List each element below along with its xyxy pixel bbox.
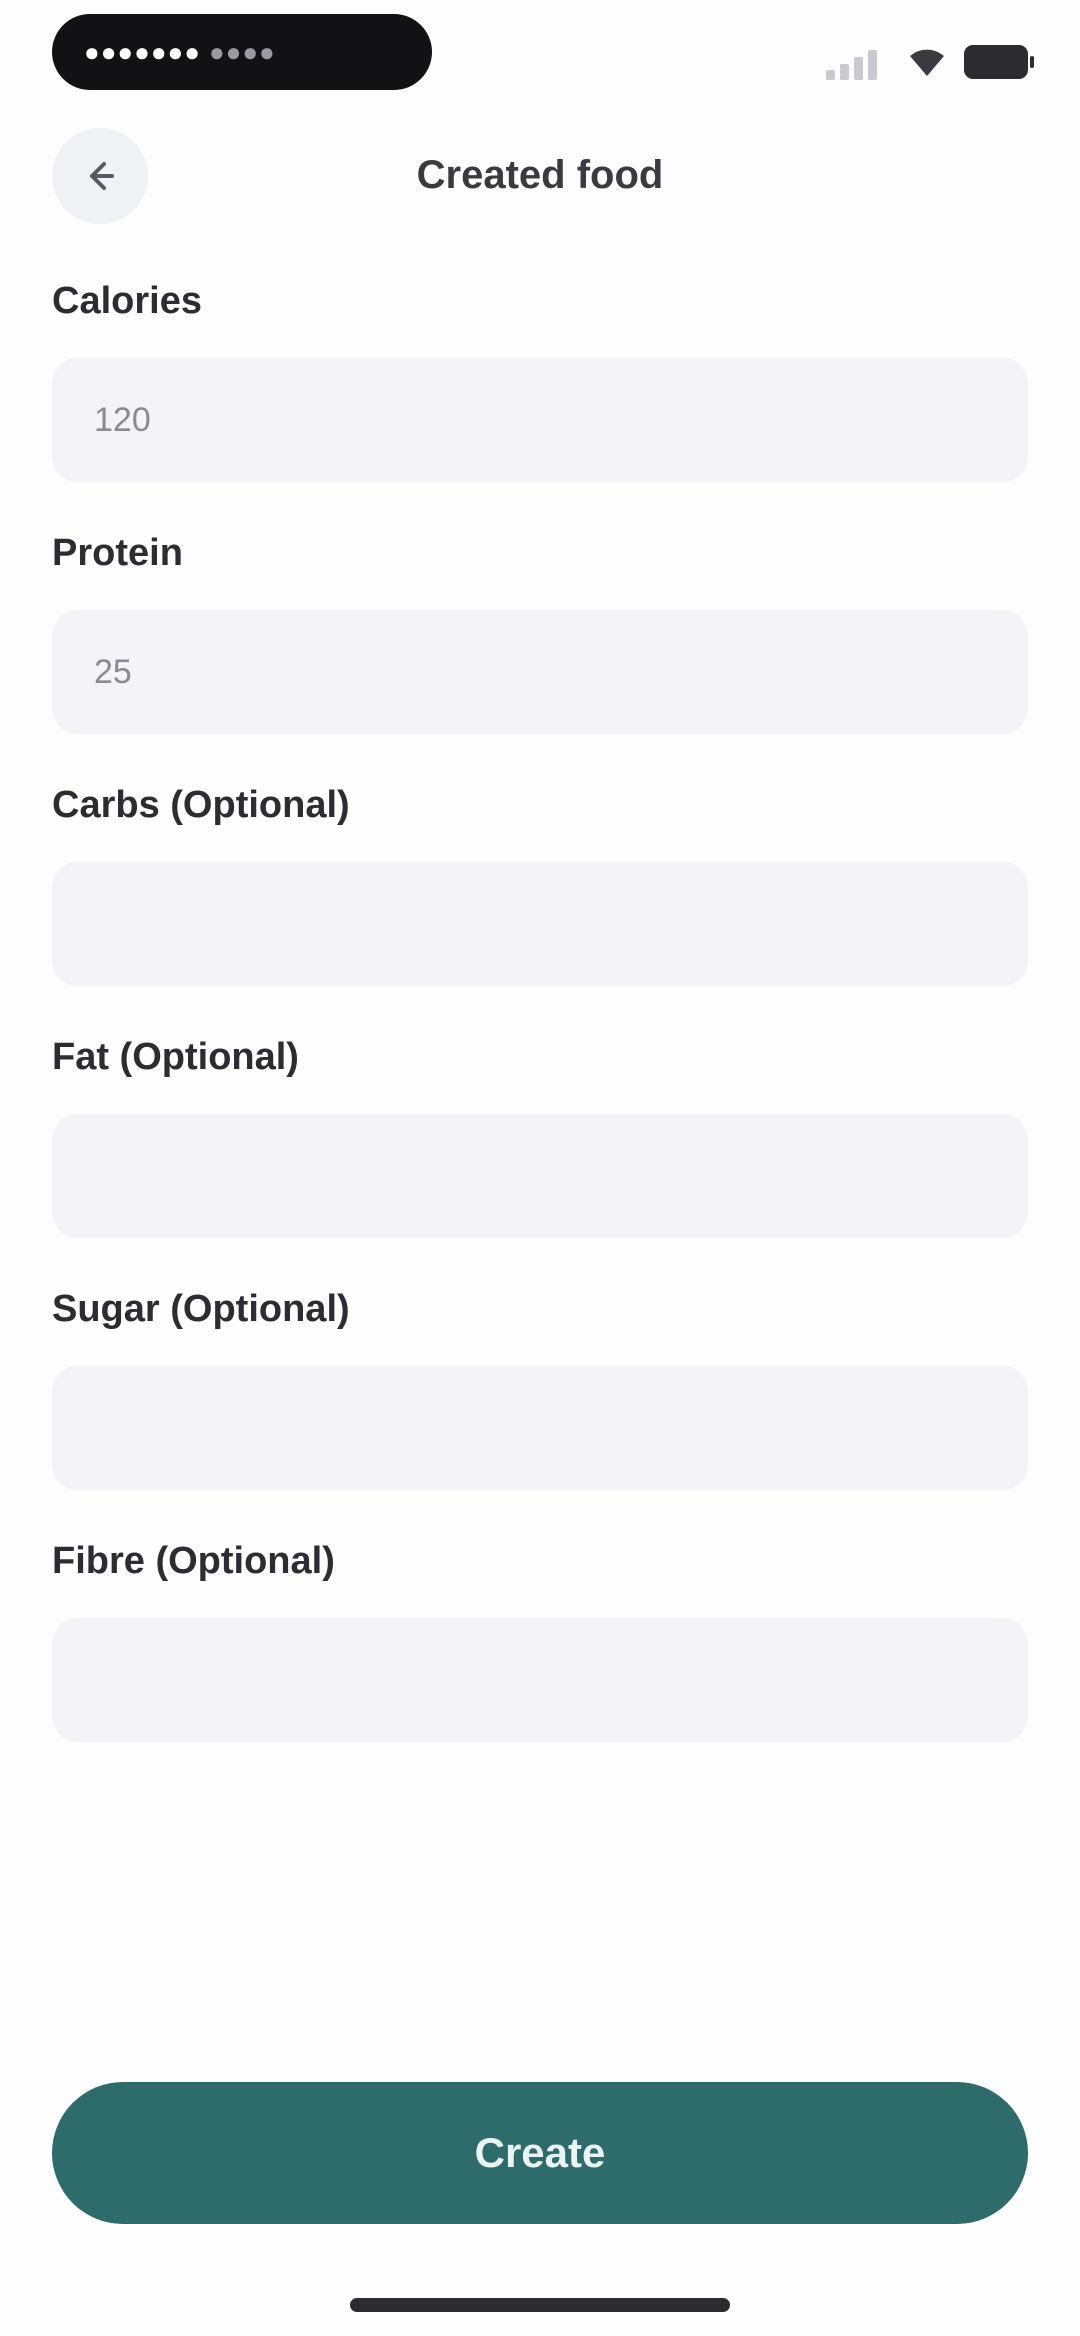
fat-field: Fat (Optional) <box>52 1024 1028 1276</box>
arrow-left-icon <box>90 162 114 190</box>
carbs-label: Carbs (Optional) <box>52 784 350 826</box>
status-pill-text-dim: ●●●● <box>208 36 276 67</box>
protein-input[interactable] <box>52 610 1028 734</box>
fibre-field: Fibre (Optional) <box>52 1528 1028 1780</box>
sugar-input[interactable] <box>52 1366 1028 1490</box>
fat-input[interactable] <box>52 1114 1028 1238</box>
signal-icon <box>826 44 890 80</box>
status-pill-text: ●●●●●●● <box>84 36 201 67</box>
fibre-input[interactable] <box>52 1618 1028 1742</box>
sugar-label: Sugar (Optional) <box>52 1288 350 1330</box>
status-icons <box>826 40 1034 84</box>
create-food-form: Calories Protein Carbs (Optional) Fat (O… <box>52 268 1028 1780</box>
battery-icon <box>964 45 1034 79</box>
fat-label: Fat (Optional) <box>52 1036 299 1078</box>
carbs-field: Carbs (Optional) <box>52 772 1028 1024</box>
page-title: Created food <box>416 153 664 197</box>
back-button[interactable] <box>52 128 148 224</box>
calories-input[interactable] <box>52 358 1028 482</box>
protein-field: Protein <box>52 520 1028 772</box>
wifi-icon <box>910 49 944 76</box>
create-button[interactable]: Create <box>52 2082 1028 2224</box>
status-bar: ●●●●●●● ●●●● <box>0 0 1080 120</box>
carbs-input[interactable] <box>52 862 1028 986</box>
header: Created food <box>0 120 1080 230</box>
calories-label: Calories <box>52 280 202 322</box>
calories-field: Calories <box>52 268 1028 520</box>
protein-label: Protein <box>52 532 183 574</box>
status-pill: ●●●●●●● ●●●● <box>52 14 432 90</box>
fibre-label: Fibre (Optional) <box>52 1540 335 1582</box>
home-indicator[interactable] <box>350 2298 730 2312</box>
sugar-field: Sugar (Optional) <box>52 1276 1028 1528</box>
